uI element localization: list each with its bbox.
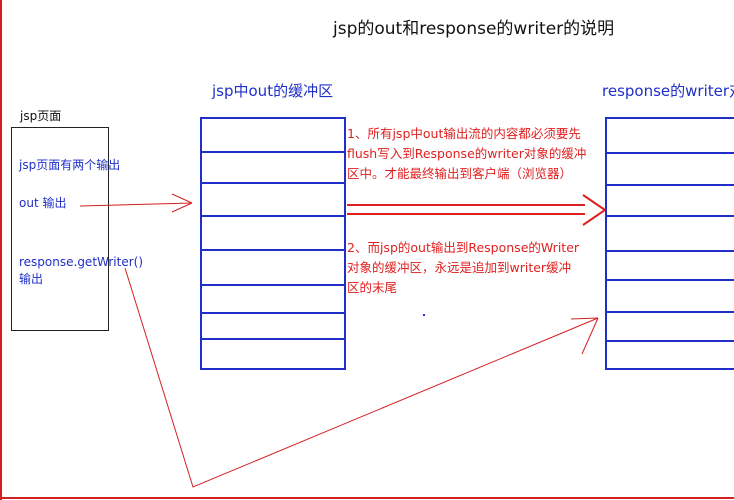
getwriter-arrow <box>124 267 599 488</box>
out-to-buffer-arrow <box>79 193 193 213</box>
flush-arrow <box>347 194 606 226</box>
arrow-layer <box>79 193 606 488</box>
